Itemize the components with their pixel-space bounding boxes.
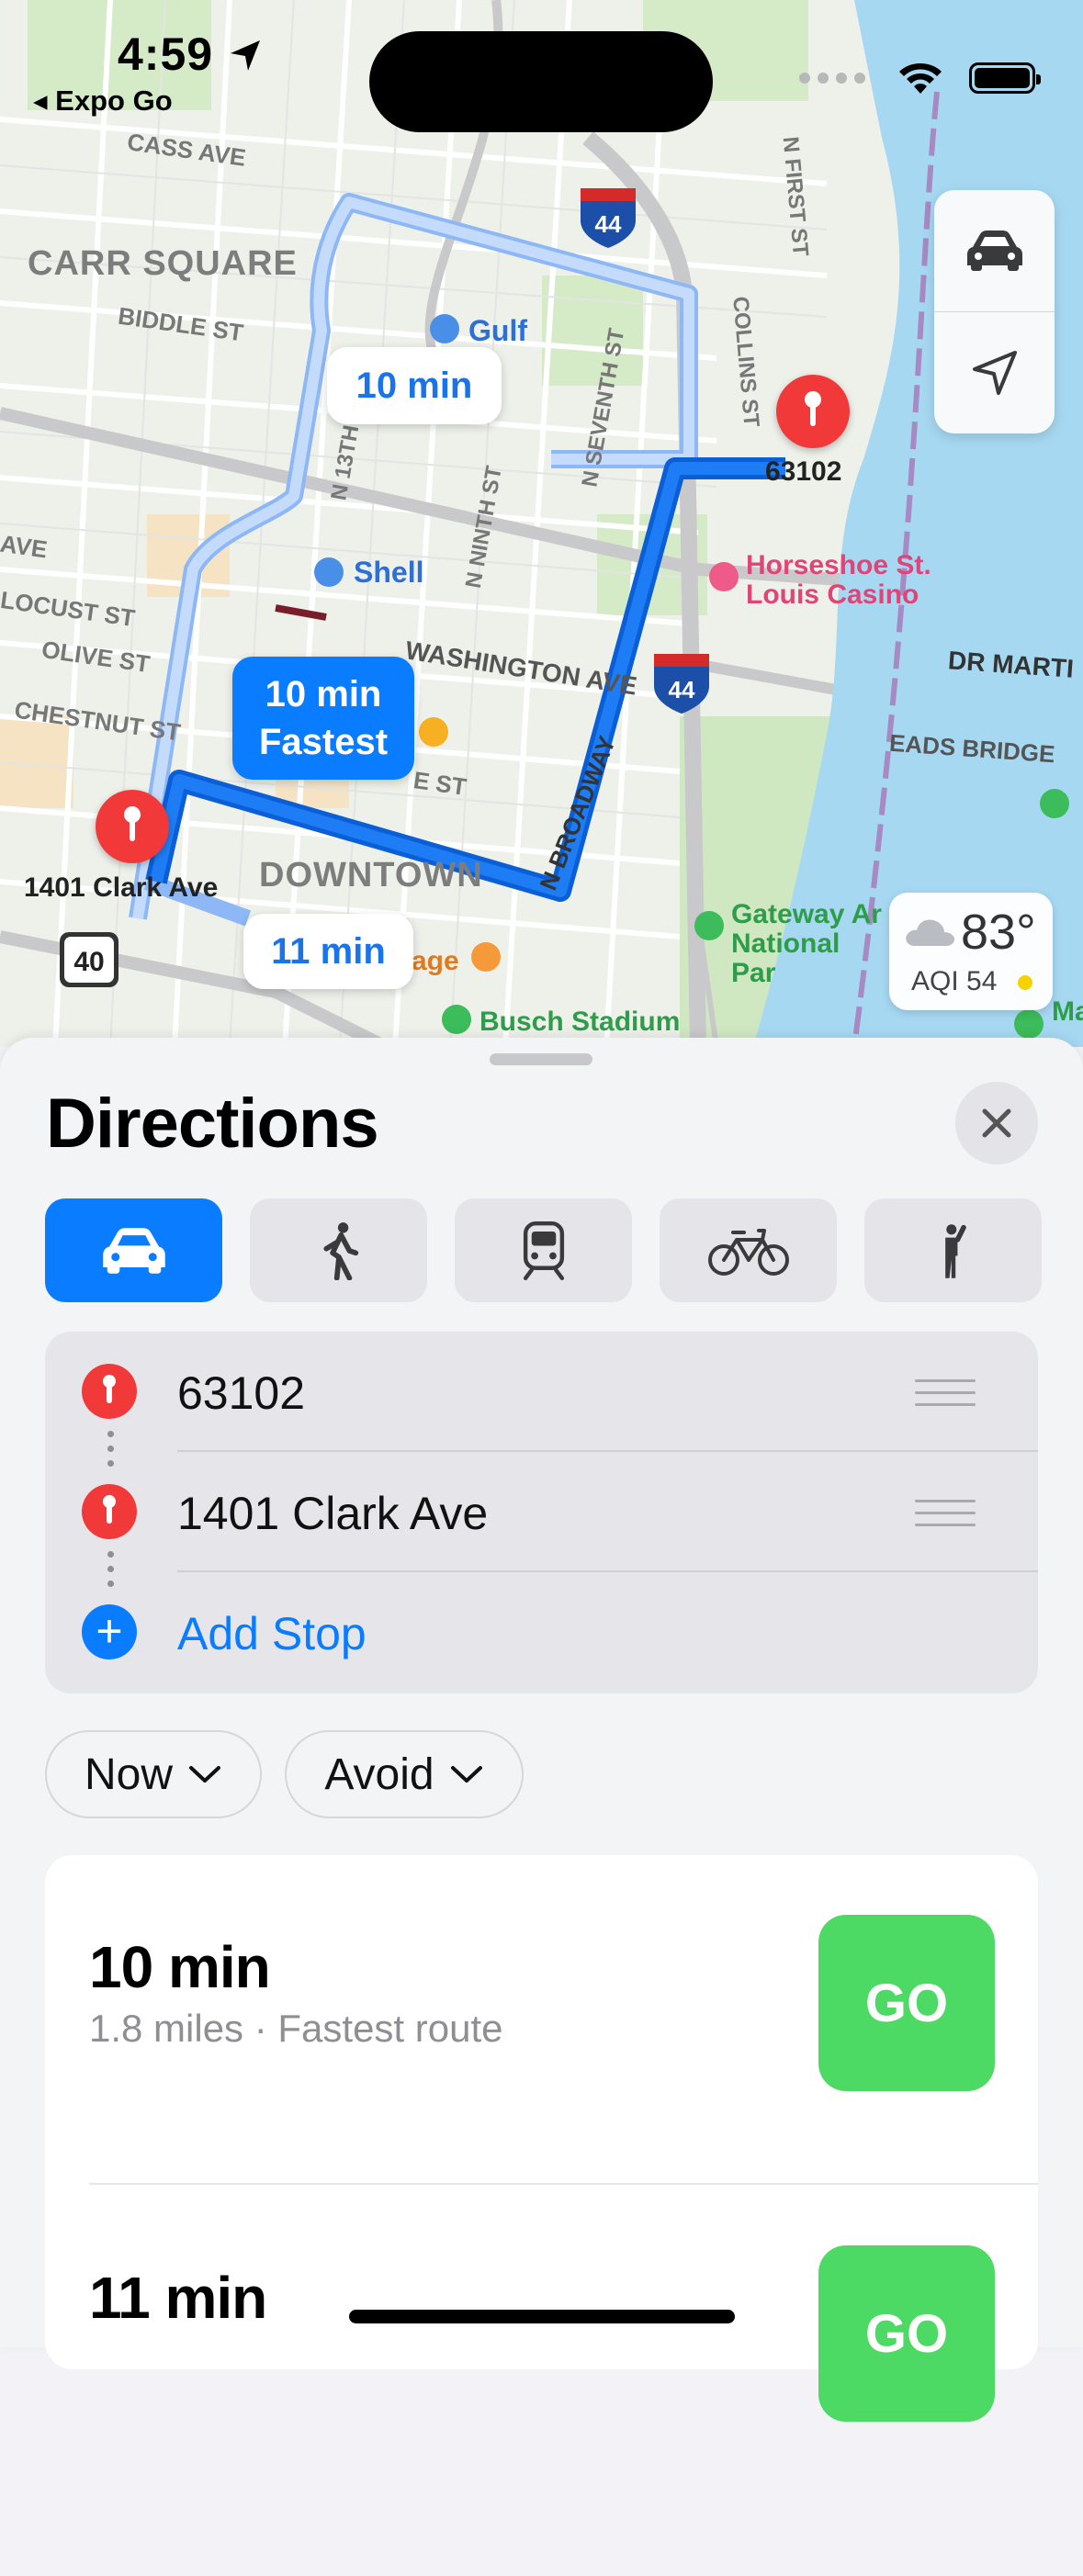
svg-text:44: 44: [595, 210, 622, 238]
mode-walk-button[interactable]: [250, 1198, 427, 1302]
reorder-handle-icon[interactable]: [915, 1500, 976, 1535]
route-time: 11 min: [89, 2265, 267, 2331]
reorder-handle-icon[interactable]: [915, 1379, 976, 1415]
dynamic-island: [369, 31, 713, 132]
stop-label: 1401 Clark Ave: [177, 1488, 489, 1539]
avoid-label: Avoid: [324, 1749, 434, 1799]
weather-aqi: AQI 54: [911, 966, 998, 996]
current-location-button[interactable]: [934, 312, 1055, 433]
route-option-fastest[interactable]: 10 min 1.8 miles · Fastest route GO: [45, 1915, 1038, 2245]
add-stop-row[interactable]: + Add Stop: [45, 1572, 1038, 1693]
departure-time-dropdown[interactable]: Now: [45, 1730, 262, 1818]
map-mode-button[interactable]: [934, 190, 1055, 311]
poi-label-busch: Busch Stadium: [479, 1007, 681, 1037]
mode-cycle-button[interactable]: [660, 1198, 837, 1302]
sheet-title: Directions: [46, 1085, 379, 1163]
mode-drive-button[interactable]: [45, 1198, 222, 1302]
route-time: 10 min: [89, 1934, 271, 2000]
status-icons: [798, 61, 1041, 96]
weather-temp: 83°: [961, 905, 1036, 960]
map-view[interactable]: 44 44 40 CASS AVE CARR SQUARE BIDDLE ST …: [0, 0, 1083, 1047]
mode-transit-button[interactable]: [455, 1198, 632, 1302]
stop-pin-icon: [82, 1484, 137, 1539]
poi-label-shell: Shell: [354, 556, 424, 589]
location-services-icon: [230, 40, 260, 71]
car-icon: [966, 231, 1022, 271]
area-label-carr-square: CARR SQUARE: [28, 244, 298, 283]
stop-label: 63102: [177, 1367, 306, 1419]
destination-pin-label: 63102: [765, 456, 842, 487]
poi-label-casino: Horseshoe St. Louis Casino: [746, 550, 931, 610]
avoid-dropdown[interactable]: Avoid: [285, 1730, 524, 1818]
cloud-icon: [906, 919, 955, 946]
area-label-downtown: DOWNTOWN: [259, 856, 483, 894]
walking-icon: [322, 1221, 358, 1280]
route-options: 10 min 1.8 miles · Fastest route GO 11 m…: [45, 1855, 1038, 2422]
svg-text:40: 40: [73, 947, 104, 977]
street-label-ave: AVE: [0, 529, 50, 564]
route-bubble-selected-time: 10 min: [265, 674, 382, 714]
origin-pin-label: 1401 Clark Ave: [24, 872, 219, 903]
transport-mode-selector: [45, 1198, 1042, 1302]
route-detail: 1.8 miles · Fastest route: [89, 2007, 503, 2050]
stop-row-origin[interactable]: 1401 Clark Ave: [45, 1452, 1038, 1572]
signal-dots-icon: [799, 73, 865, 84]
status-time: 4:59: [118, 28, 264, 81]
train-icon: [523, 1221, 564, 1280]
stop-row-destination[interactable]: 63102: [45, 1332, 1038, 1452]
poi-label-stage: age: [412, 946, 459, 976]
status-bar: 4:59 ◂ Expo Go: [0, 0, 1083, 132]
go-button[interactable]: GO: [818, 1915, 995, 2091]
home-indicator[interactable]: [349, 2310, 735, 2323]
origin-pin-icon[interactable]: [96, 790, 169, 863]
mode-rideshare-button[interactable]: [864, 1198, 1042, 1302]
battery-icon: [969, 62, 1041, 94]
poi-label-gateway: Gateway Ar National Par: [731, 899, 882, 988]
route-bubble-alt-1[interactable]: 10 min: [327, 347, 502, 424]
status-time-text: 4:59: [118, 28, 214, 80]
plus-icon: +: [82, 1604, 137, 1659]
stops-list: 63102 1401 Clark Ave + Add Stop: [45, 1332, 1038, 1693]
wifi-icon: [899, 63, 942, 94]
weather-widget[interactable]: 83° AQI 54: [889, 893, 1053, 1010]
add-stop-label: Add Stop: [177, 1608, 367, 1659]
bicycle-icon: [707, 1228, 789, 1276]
route-bubble-alt-2[interactable]: 11 min: [243, 914, 413, 989]
stop-pin-icon: [82, 1364, 137, 1419]
go-button[interactable]: GO: [818, 2245, 995, 2422]
route-bubble-selected[interactable]: 10 min Fastest: [232, 657, 414, 780]
svg-text:44: 44: [669, 676, 695, 703]
route-divider: [89, 2183, 1038, 2185]
close-button[interactable]: [955, 1082, 1038, 1164]
car-icon: [102, 1227, 165, 1274]
departure-time-label: Now: [84, 1749, 174, 1799]
hailing-person-icon: [944, 1223, 966, 1278]
chevron-down-icon: [450, 1766, 482, 1783]
location-arrow-icon: [972, 351, 1017, 395]
poi-label-gulf: Gulf: [468, 314, 527, 347]
close-icon: [982, 1108, 1011, 1138]
route-bubble-selected-tag: Fastest: [258, 722, 389, 762]
aqi-indicator-dot: [1018, 975, 1032, 990]
map-controls: [934, 190, 1055, 433]
chevron-down-icon: [189, 1766, 221, 1783]
destination-pin-icon[interactable]: [776, 375, 850, 448]
back-to-app-link[interactable]: ◂ Expo Go: [33, 84, 173, 118]
sheet-grabber[interactable]: [490, 1053, 592, 1065]
poi-label-ma: Ma: [1052, 996, 1083, 1027]
